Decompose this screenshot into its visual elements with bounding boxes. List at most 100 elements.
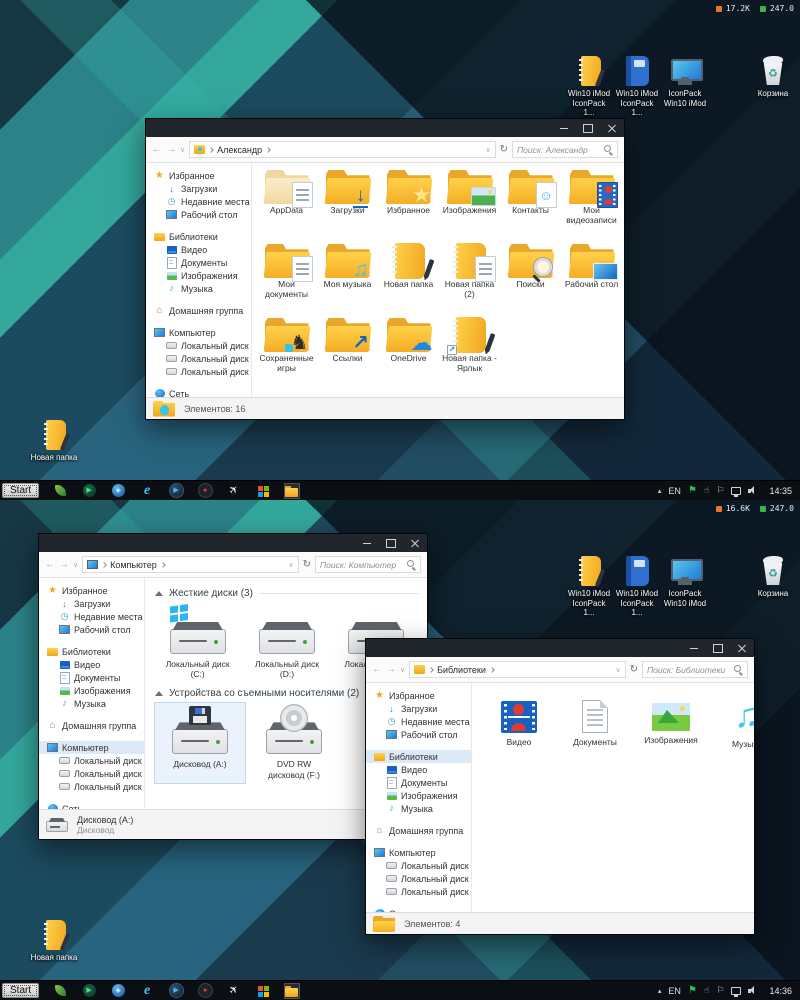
sidebar-item[interactable]: Рабочий стол — [366, 728, 471, 741]
sidebar-item[interactable]: Видео — [39, 658, 144, 671]
action-center-flag-icon[interactable]: ⚐ — [716, 485, 724, 496]
sidebar-item[interactable]: ♪ Музыка — [39, 697, 144, 710]
folder-item[interactable]: Изображения — [439, 167, 500, 241]
green-player-icon[interactable]: ▶ — [81, 483, 97, 499]
desktop-icon[interactable]: ♻ Корзина — [750, 556, 796, 599]
sidebar-item[interactable]: ↓ Загрузки — [366, 702, 471, 715]
sidebar-item[interactable]: ◷ Недавние места — [39, 610, 144, 623]
desktop-icon[interactable]: Win10 iMod IconPack 1... — [614, 556, 660, 618]
sidebar-item[interactable]: Изображения — [146, 269, 251, 282]
address-bar[interactable]: Компьютер ∨ — [82, 556, 298, 573]
sidebar-item[interactable]: ★ Избранное — [39, 584, 144, 597]
sidebar-item[interactable]: Компьютер — [146, 326, 251, 339]
green-flag-icon[interactable]: ⚑ — [688, 985, 697, 996]
sidebar-item[interactable]: Локальный диск (E:) — [366, 885, 471, 898]
search-input[interactable]: Поиск: Библиотеки — [642, 661, 748, 678]
maximize-button[interactable] — [706, 639, 730, 657]
history-dropdown-icon[interactable]: ∨ — [73, 561, 78, 569]
sidebar-item[interactable]: Локальный диск (D:) — [39, 767, 144, 780]
search-input[interactable]: Поиск: Компьютер — [315, 556, 421, 573]
desktop-icon[interactable]: ♻ Корзина — [750, 56, 796, 99]
desktop-icon[interactable]: IconPack Win10 iMod — [662, 56, 708, 108]
sidebar-item[interactable]: Локальный диск (C:) — [39, 754, 144, 767]
folder-item[interactable]: Мои видеозаписи — [561, 167, 622, 241]
internet-explorer-icon[interactable]: e — [139, 483, 155, 499]
history-dropdown-icon[interactable]: ∨ — [400, 666, 405, 674]
sidebar-item[interactable]: Локальный диск (C:) — [366, 859, 471, 872]
sidebar-item[interactable]: Изображения — [366, 789, 471, 802]
sidebar-item[interactable]: Документы — [39, 671, 144, 684]
sidebar-item[interactable]: Компьютер — [39, 741, 144, 754]
sidebar-item[interactable]: ⌂ Домашняя группа — [39, 719, 144, 732]
record-icon[interactable]: ● — [197, 483, 213, 499]
sidebar-item[interactable]: Локальный диск (E:) — [146, 365, 251, 378]
minimize-button[interactable] — [682, 639, 706, 657]
explorer-folder-icon[interactable] — [284, 983, 300, 999]
folder-item[interactable]: ♞ Сохраненные игры — [256, 315, 317, 389]
windows-logo-icon[interactable] — [255, 483, 271, 499]
speaker-icon[interactable] — [748, 486, 759, 495]
shield-icon[interactable]: ◈ — [110, 983, 126, 999]
sidebar-item[interactable]: Видео — [366, 763, 471, 776]
drive-item[interactable]: Локальный диск (D:) — [244, 603, 329, 682]
green-flag-icon[interactable]: ⚑ — [688, 485, 697, 496]
drive-item[interactable]: DVD RW дисковод (F:) — [249, 703, 339, 782]
sidebar-item[interactable]: Видео — [146, 243, 251, 256]
refresh-button[interactable]: ↻ — [500, 144, 508, 155]
clock[interactable]: 14:36 — [769, 986, 792, 996]
back-button[interactable]: ← — [152, 144, 162, 155]
tray-expand-icon[interactable]: ▴ — [658, 987, 662, 995]
breadcrumb[interactable]: Компьютер — [110, 560, 157, 570]
address-bar[interactable]: Александр ∨ — [189, 141, 495, 158]
folder-item[interactable]: ↗ Ссылки — [317, 315, 378, 389]
folder-item[interactable]: Новая папка - Ярлык — [439, 315, 500, 389]
folder-item[interactable]: Новая папка — [378, 241, 439, 315]
airplane-icon[interactable]: ✈ — [226, 483, 242, 499]
sidebar-item[interactable]: Рабочий стол — [146, 208, 251, 221]
internet-explorer-icon[interactable]: e — [139, 983, 155, 999]
breadcrumb[interactable]: Александр — [217, 145, 262, 155]
close-button[interactable] — [403, 534, 427, 552]
sidebar-item[interactable]: ★ Избранное — [366, 689, 471, 702]
sidebar-item[interactable]: Библиотеки — [146, 230, 251, 243]
sidebar-item[interactable]: Локальный диск (D:) — [366, 872, 471, 885]
breadcrumb[interactable]: Библиотеки — [437, 665, 486, 675]
drive-item[interactable]: Локальный диск (C:) — [155, 603, 240, 682]
desktop-icon[interactable]: IconPack Win10 iMod — [662, 556, 708, 608]
folder-item[interactable]: ↓ Загрузки — [317, 167, 378, 241]
sidebar-item[interactable]: Изображения — [39, 684, 144, 697]
maximize-button[interactable] — [576, 119, 600, 137]
sidebar-item[interactable]: Локальный диск (C:) — [146, 339, 251, 352]
desktop-icon[interactable]: Win10 iMod IconPack 1... — [566, 56, 612, 118]
folder-item[interactable]: Мои документы — [256, 241, 317, 315]
desktop-icon-new-folder[interactable]: Новая папка — [24, 920, 84, 963]
desktop-icon[interactable]: Win10 iMod IconPack 1... — [566, 556, 612, 618]
address-dropdown-icon[interactable]: ∨ — [615, 666, 620, 674]
desktop-icon[interactable]: Win10 iMod IconPack 1... — [614, 56, 660, 118]
sidebar-item[interactable]: ◷ Недавние места — [146, 195, 251, 208]
address-dropdown-icon[interactable]: ∨ — [288, 561, 293, 569]
history-dropdown-icon[interactable]: ∨ — [180, 146, 185, 154]
sidebar-item[interactable]: ★ Избранное — [146, 169, 251, 182]
record-icon[interactable]: ● — [197, 983, 213, 999]
leaf-icon[interactable] — [52, 483, 68, 499]
forward-button[interactable]: → — [166, 144, 176, 155]
folder-item[interactable]: ☺ Контакты — [500, 167, 561, 241]
library-item[interactable]: Изображения — [640, 697, 702, 749]
sidebar-item[interactable]: ↓ Загрузки — [39, 597, 144, 610]
minimize-button[interactable] — [355, 534, 379, 552]
sidebar-item[interactable]: Локальный диск (D:) — [146, 352, 251, 365]
speaker-icon[interactable] — [748, 986, 759, 995]
address-dropdown-icon[interactable]: ∨ — [485, 146, 490, 154]
library-item[interactable]: Видео — [488, 697, 550, 749]
library-item[interactable]: Документы — [564, 697, 626, 749]
sidebar-item[interactable]: Документы — [366, 776, 471, 789]
language-indicator[interactable]: EN — [668, 986, 681, 996]
green-player-icon[interactable]: ▶ — [81, 983, 97, 999]
sidebar-item[interactable]: Документы — [146, 256, 251, 269]
sidebar-item[interactable]: ⌂ Домашняя группа — [146, 304, 251, 317]
folder-item[interactable]: Поиски — [500, 241, 561, 315]
pointer-icon[interactable]: ☝ — [704, 485, 709, 496]
search-input[interactable]: Поиск: Александр — [512, 141, 618, 158]
display-icon[interactable] — [731, 487, 741, 495]
